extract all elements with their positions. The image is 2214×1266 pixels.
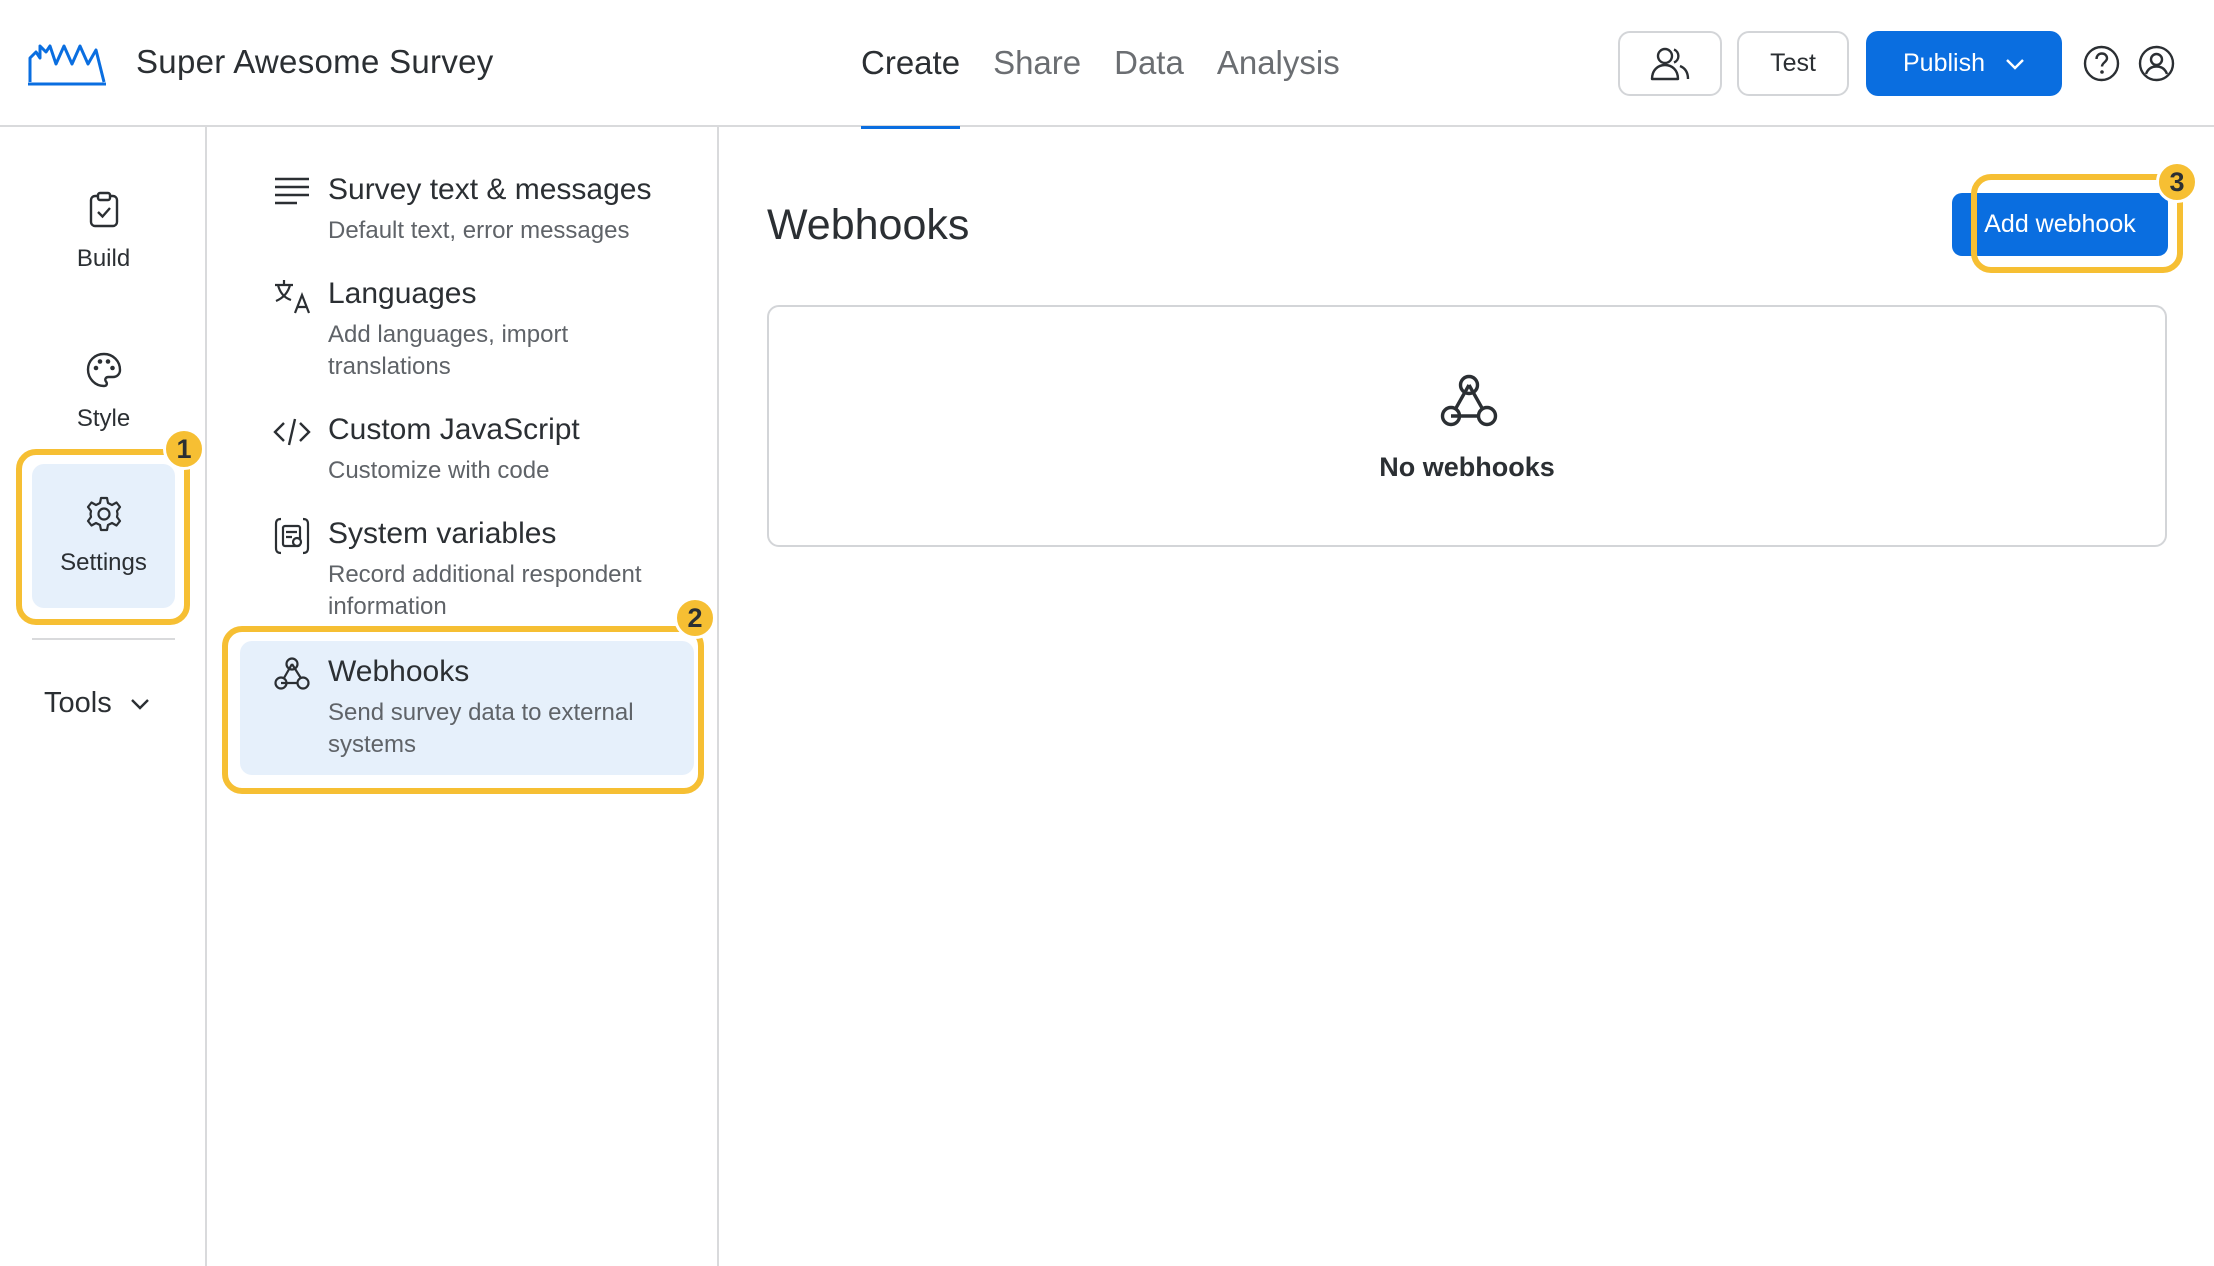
- empty-state-card: No webhooks: [767, 305, 2167, 547]
- callout-badge: 1: [163, 428, 205, 470]
- user-account-icon[interactable]: [2138, 45, 2175, 82]
- rail-item-style[interactable]: Style: [32, 320, 175, 464]
- tools-label: Tools: [44, 687, 112, 719]
- variables-icon: [274, 517, 310, 555]
- survey-title[interactable]: Super Awesome Survey: [136, 43, 494, 81]
- empty-state-text: No webhooks: [1379, 452, 1555, 482]
- menu-item-languages[interactable]: Languages Add languages, import translat…: [240, 277, 694, 407]
- tab-share[interactable]: Share: [993, 0, 1081, 127]
- text-lines-icon: [275, 177, 309, 205]
- menu-item-desc: Record additional respondent information: [328, 561, 642, 620]
- help-icon[interactable]: [2083, 45, 2120, 82]
- menu-item-custom-javascript[interactable]: Custom JavaScript Customize with code: [240, 413, 694, 513]
- collaborators-icon: [1650, 47, 1690, 80]
- page-title: Webhooks: [767, 201, 970, 249]
- menu-item-title: System variables: [328, 517, 557, 550]
- tab-data[interactable]: Data: [1114, 0, 1184, 127]
- menu-item-desc: Customize with code: [328, 457, 550, 484]
- menu-item-survey-text[interactable]: Survey text & messages Default text, err…: [240, 173, 694, 273]
- palette-icon: [86, 352, 121, 388]
- rail-item-label: Build: [76, 245, 131, 272]
- tools-dropdown[interactable]: Tools: [44, 687, 150, 720]
- menu-item-desc: Default text, error messages: [328, 217, 630, 244]
- top-header: Super Awesome Survey Create Share Data A…: [0, 0, 2214, 129]
- chevron-down-icon: [130, 698, 149, 710]
- main-content: Webhooks Add webhook No webhooks: [719, 127, 2214, 1266]
- callout-highlight-webhooks: [222, 626, 704, 794]
- rail-item-build[interactable]: Build: [32, 160, 175, 304]
- rail-divider: [32, 638, 175, 640]
- tab-analysis[interactable]: Analysis: [1217, 0, 1340, 127]
- main-nav-tabs: Create Share Data Analysis: [861, 0, 1373, 129]
- publish-button[interactable]: Publish: [1866, 31, 2062, 96]
- test-button[interactable]: Test: [1737, 31, 1849, 96]
- app-logo-icon[interactable]: [28, 38, 106, 88]
- tab-create[interactable]: Create: [861, 0, 961, 129]
- menu-item-desc: Add languages, import translations: [328, 321, 569, 380]
- webhook-icon: [1440, 374, 1498, 427]
- callout-highlight-add-webhook: [1971, 174, 2183, 273]
- menu-item-title: Languages: [328, 277, 477, 310]
- code-icon: [273, 418, 311, 446]
- callout-highlight-settings: [16, 449, 190, 625]
- left-rail: Build Style Settings Tools: [0, 127, 207, 1266]
- chevron-down-icon: [2006, 58, 2024, 70]
- menu-item-title: Custom JavaScript: [328, 413, 580, 446]
- menu-item-title: Survey text & messages: [328, 173, 652, 206]
- publish-button-label: Publish: [1903, 49, 1985, 77]
- translate-icon: [275, 280, 311, 314]
- callout-badge: 2: [674, 597, 716, 639]
- collaborators-button[interactable]: [1618, 31, 1722, 96]
- callout-badge: 3: [2156, 161, 2198, 203]
- clipboard-check-icon: [89, 191, 118, 228]
- rail-item-label: Style: [76, 405, 131, 432]
